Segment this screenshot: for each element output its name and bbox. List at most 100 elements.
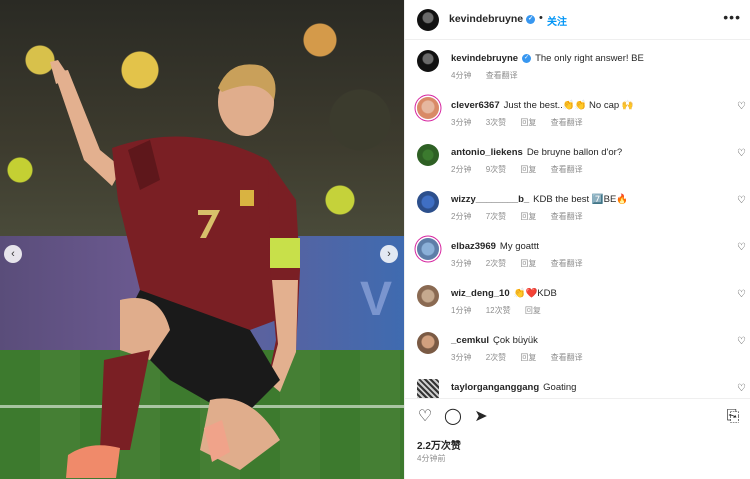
commenter-avatar[interactable] [417,144,439,166]
comment-likes[interactable]: 2次赞 [486,259,506,268]
comment-username[interactable]: elbaz3969 [451,241,496,252]
header-separator: • [539,12,543,24]
previous-image-button[interactable]: ‹ [4,245,22,263]
post-header: kevindebruyne ✓ • 关注 ••• [405,0,750,40]
comment-item: clever6367 Just the best..👏👏 No cap 🙌 3分钟… [405,95,750,139]
translate-link[interactable]: 查看翻译 [551,165,583,174]
post-caption: kevindebruyne ✓ The only right answer! BE … [405,48,750,92]
caption-text: The only right answer! BE [535,53,644,64]
comment-text: Goating [543,382,577,393]
reply-link[interactable]: 回复 [525,306,541,315]
like-heart-icon[interactable]: ♡ [415,407,435,427]
comment-meta: 1分钟 12次赞 回复 [451,305,553,316]
comment-like-heart-icon[interactable]: ♡ [737,289,746,300]
comment-text: KDB the best 7️⃣BE🔥 [533,194,629,205]
commenter-avatar[interactable] [417,191,439,213]
reply-link[interactable]: 回复 [520,165,536,174]
comment-username[interactable]: antonio_liekens [451,147,523,158]
translate-link[interactable]: 查看翻译 [551,353,583,362]
share-send-icon[interactable]: ➤ [471,407,491,427]
comment-text: My goattt [499,241,539,252]
commenter-avatar[interactable] [417,285,439,307]
reply-link[interactable]: 回复 [520,259,536,268]
comment-line: wiz_deng_10 👏❤️KDB [451,288,557,299]
comment-item: elbaz3969 My goattt 3分钟 2次赞 回复 查看翻译 ♡ [405,236,750,280]
comment-meta: 3分钟 3次赞 回复 查看翻译 [451,117,595,128]
comment-like-heart-icon[interactable]: ♡ [737,101,746,112]
post-side-panel: kevindebruyne ✓ • 关注 ••• kevindebruyne ✓ Th… [404,0,750,479]
comment-line: elbaz3969 My goattt [451,241,539,252]
comment-likes[interactable]: 12次赞 [486,306,511,315]
comment-item: _cemkul Çok büyük 3分钟 2次赞 回复 查看翻译 ♡ [405,330,750,374]
comment-likes[interactable]: 2次赞 [486,353,506,362]
comment-item: wizzy________b_ KDB the best 7️⃣BE🔥 2分钟 7… [405,189,750,233]
comments-list[interactable]: kevindebruyne ✓ The only right answer! BE … [405,40,750,398]
comment-text: 👏❤️KDB [513,288,557,299]
comment-time: 3分钟 [451,353,472,362]
comment-text: Just the best..👏👏 No cap 🙌 [503,100,634,111]
player-figure [50,60,300,478]
caption-meta: 4分钟 查看翻译 [451,70,530,81]
comment-line: wizzy________b_ KDB the best 7️⃣BE🔥 [451,194,628,205]
comment-username[interactable]: wizzy________b_ [451,194,529,205]
comment-likes[interactable]: 3次赞 [486,118,506,127]
comment-time: 3分钟 [451,118,472,127]
comment-time: 1分钟 [451,306,472,315]
commenter-avatar[interactable] [417,97,439,119]
comment-bubble-icon[interactable]: ◯ [443,407,463,427]
comment-time: 3分钟 [451,259,472,268]
comment-username[interactable]: taylorganganggang [451,382,539,393]
commenter-avatar[interactable] [417,332,439,354]
comment-text: Çok büyük [493,335,538,346]
comment-item: antonio_liekens De bruyne ballon d'or? 2分… [405,142,750,186]
reply-link[interactable]: 回复 [520,118,536,127]
post-photo[interactable]: V ‹ › [0,0,404,479]
comment-line: _cemkul Çok büyük [451,335,538,346]
comment-likes[interactable]: 7次赞 [486,212,506,221]
reply-link[interactable]: 回复 [520,212,536,221]
next-image-button[interactable]: › [380,245,398,263]
more-options-icon[interactable]: ••• [723,9,741,25]
comment-meta: 3分钟 2次赞 回复 查看翻译 [451,258,595,269]
caption-translate-link[interactable]: 查看翻译 [486,71,518,80]
comment-username[interactable]: clever6367 [451,100,500,111]
comment-line: clever6367 Just the best..👏👏 No cap 🙌 [451,100,634,111]
comment-likes[interactable]: 9次赞 [486,165,506,174]
follow-button[interactable]: 关注 [547,13,567,28]
verified-badge-icon: ✓ [526,14,536,24]
comment-like-heart-icon[interactable]: ♡ [737,242,746,253]
reply-link[interactable]: 回复 [520,353,536,362]
comment-time: 2分钟 [451,212,472,221]
verified-badge-icon: ✓ [522,53,532,63]
caption-line: kevindebruyne ✓ The only right answer! BE [451,53,644,64]
posted-time: 4分钟前 [417,454,446,463]
caption-username[interactable]: kevindebruyne [451,53,518,64]
comment-meta: 3分钟 2次赞 回复 查看翻译 [451,352,595,363]
comment-like-heart-icon[interactable]: ♡ [737,148,746,159]
comment-line: antonio_liekens De bruyne ballon d'or? [451,147,622,158]
author-username-text[interactable]: kevindebruyne [449,13,523,25]
comment-time: 2分钟 [451,165,472,174]
save-bookmark-icon[interactable]: ⎘ [723,407,743,427]
translate-link[interactable]: 查看翻译 [551,259,583,268]
comment-like-heart-icon[interactable]: ♡ [737,383,746,394]
commenter-avatar[interactable] [417,379,439,398]
likes-count[interactable]: 2.2万次赞 [417,437,461,452]
author-avatar[interactable] [417,9,439,31]
comment-line: taylorganganggang Goating [451,382,576,393]
comment-text: De bruyne ballon d'or? [526,147,623,158]
comment-like-heart-icon[interactable]: ♡ [737,336,746,347]
caption-author-avatar[interactable] [417,50,439,72]
comment-username[interactable]: _cemkul [451,335,489,346]
comment-item: wiz_deng_10 👏❤️KDB 1分钟 12次赞 回复 ♡ [405,283,750,327]
author-username[interactable]: kevindebruyne ✓ [449,13,536,25]
translate-link[interactable]: 查看翻译 [551,212,583,221]
comment-username[interactable]: wiz_deng_10 [451,288,510,299]
commenter-avatar[interactable] [417,238,439,260]
caption-time: 4分钟 [451,71,472,80]
comment-like-heart-icon[interactable]: ♡ [737,195,746,206]
post-actions-bar: ♡ ◯ ➤ ⎘ 2.2万次赞 4分钟前 [405,398,750,479]
comment-meta: 2分钟 7次赞 回复 查看翻译 [451,211,595,222]
comment-meta: 2分钟 9次赞 回复 查看翻译 [451,164,595,175]
translate-link[interactable]: 查看翻译 [551,118,583,127]
